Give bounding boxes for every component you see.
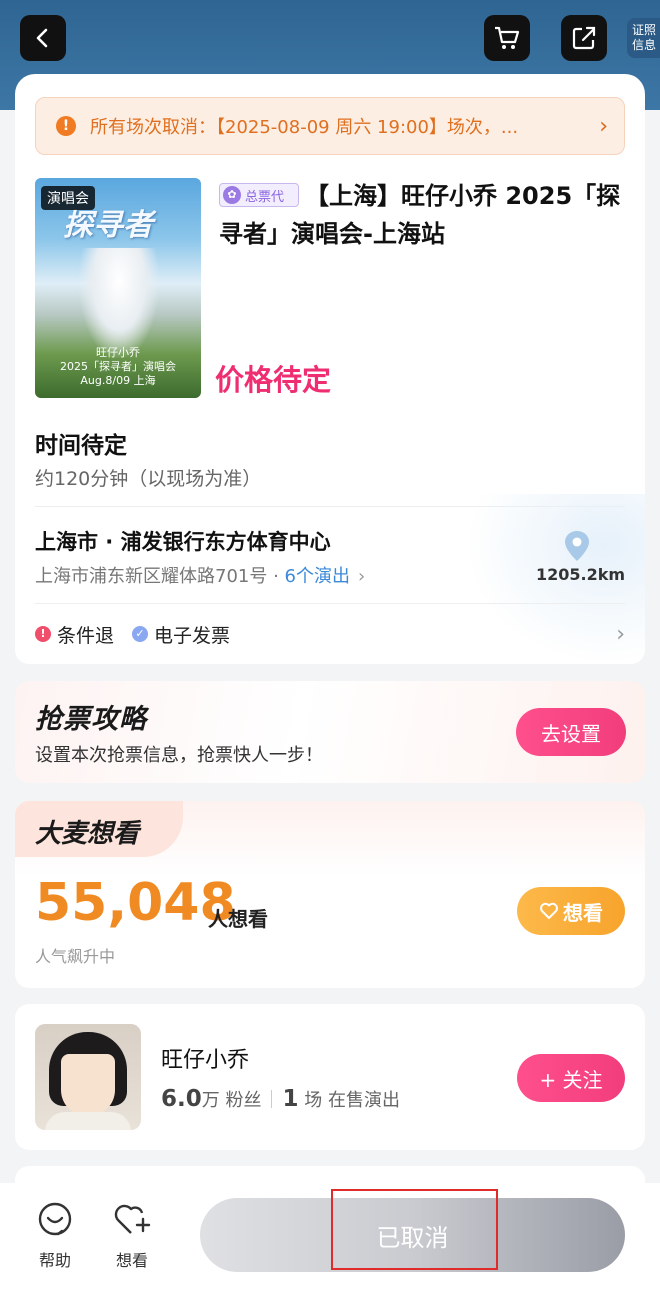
poster-figure	[79, 248, 159, 358]
cancellation-notice[interactable]: ! 所有场次取消：【2025-08-09 周六 19:00】场次，... ›	[35, 97, 625, 155]
avatar-face	[61, 1054, 115, 1116]
alert-icon: !	[35, 626, 51, 642]
want-to-see-button[interactable]: 想看	[517, 887, 625, 935]
want-to-see-button-label: 想看	[563, 900, 603, 925]
cart-icon	[495, 26, 520, 49]
grab-setup-button[interactable]: 去设置	[516, 708, 626, 756]
chevron-right-icon: ›	[357, 566, 366, 587]
grab-strategy-card: 抢票攻略 设置本次抢票信息，抢票快人一步！ 去设置	[15, 681, 645, 783]
follow-button[interactable]: + 关注	[517, 1054, 625, 1102]
notice-text: 所有场次取消：【2025-08-09 周六 19:00】场次，...	[90, 117, 519, 138]
venue-shows-link[interactable]: 6个演出	[285, 566, 350, 587]
cancelled-highlight-box	[331, 1189, 498, 1270]
artist-shows-unit: 场 在售演出	[304, 1090, 400, 1111]
agent-badge-label: 总票代	[245, 189, 285, 205]
location-pin-icon[interactable]	[564, 530, 590, 562]
avatar-body	[45, 1112, 131, 1130]
help-smile-icon	[38, 1202, 72, 1236]
heart-plus-icon	[540, 902, 558, 919]
artist-avatar[interactable]	[35, 1024, 141, 1130]
artist-stats: 6.0万 粉丝 1 场 在售演出	[161, 1086, 400, 1112]
back-button[interactable]	[20, 15, 66, 61]
want-to-see-card: 大麦想看 55,048 人想看 人气飙升中 想看	[15, 801, 645, 988]
share-icon	[572, 26, 596, 50]
help-button[interactable]: 帮助	[30, 1201, 80, 1271]
event-time: 时间待定	[35, 433, 127, 459]
chevron-right-icon: ›	[616, 621, 625, 647]
divider	[35, 603, 625, 604]
artist-fans-unit: 万 粉丝	[201, 1090, 262, 1111]
venue-name[interactable]: 上海市 · 浦发银行东方体育中心	[35, 526, 331, 556]
venue-distance: 1205.2km	[536, 565, 626, 584]
certificate-info-button[interactable]: 证照信息	[627, 18, 660, 58]
event-duration: 约120分钟（以现场为准）	[35, 468, 262, 490]
want-to-see-label: 想看	[115, 1251, 148, 1270]
help-label: 帮助	[38, 1251, 71, 1270]
artist-fans-value: 6.0	[161, 1086, 202, 1112]
chevron-right-icon: ›	[599, 113, 608, 139]
poster-caption-date: Aug.8/09 上海	[80, 374, 156, 387]
want-count-unit: 人想看	[208, 907, 268, 931]
refund-condition: 条件退	[57, 624, 115, 647]
heart-plus-icon	[114, 1204, 151, 1234]
artist-card[interactable]: 旺仔小乔 6.0万 粉丝 1 场 在售演出 + 关注	[15, 1004, 645, 1150]
share-button[interactable]	[561, 15, 607, 61]
event-poster[interactable]: 探寻者 演唱会 旺仔小乔 2025「探寻者」演唱会 Aug.8/09 上海	[35, 178, 201, 398]
grab-strategy-title: 抢票攻略	[35, 704, 147, 735]
agent-badge: ✿ 总票代	[219, 183, 299, 207]
artist-shows-value: 1	[282, 1086, 299, 1112]
artist-name: 旺仔小乔	[161, 1048, 250, 1073]
poster-caption-name: 旺仔小乔	[96, 346, 140, 359]
check-icon: ✓	[132, 626, 149, 642]
want-tag-label: 大麦想看	[35, 819, 140, 849]
event-price: 价格待定	[215, 363, 332, 397]
warning-icon: !	[56, 116, 76, 136]
poster-category-tag: 演唱会	[41, 186, 95, 210]
invoice-condition: 电子发票	[154, 624, 231, 647]
stats-separator	[271, 1090, 273, 1108]
bottom-action-bar: 帮助 想看 已取消	[0, 1183, 660, 1292]
venue-address: 上海市浦东新区耀体路701号 ·	[35, 566, 285, 587]
venue-address-row[interactable]: 上海市浦东新区耀体路701号 · 6个演出 ›	[35, 562, 365, 588]
want-to-see-tab-button[interactable]: 想看	[107, 1201, 157, 1271]
poster-caption-sub: 2025「探寻者」演唱会	[60, 360, 176, 373]
cart-button[interactable]	[484, 15, 530, 61]
certificate-info-label: 证照信息	[632, 23, 657, 52]
chevron-left-icon	[36, 28, 48, 48]
want-count: 55,048	[35, 873, 236, 933]
grab-strategy-subtitle: 设置本次抢票信息，抢票快人一步！	[35, 745, 323, 766]
purchase-conditions-row[interactable]: ! 条件退 ✓ 电子发票 ›	[35, 621, 625, 647]
event-info-card: ! 所有场次取消：【2025-08-09 周六 19:00】场次，... › 探…	[15, 74, 645, 664]
flower-icon: ✿	[223, 186, 241, 204]
want-trend: 人气飙升中	[35, 947, 116, 966]
